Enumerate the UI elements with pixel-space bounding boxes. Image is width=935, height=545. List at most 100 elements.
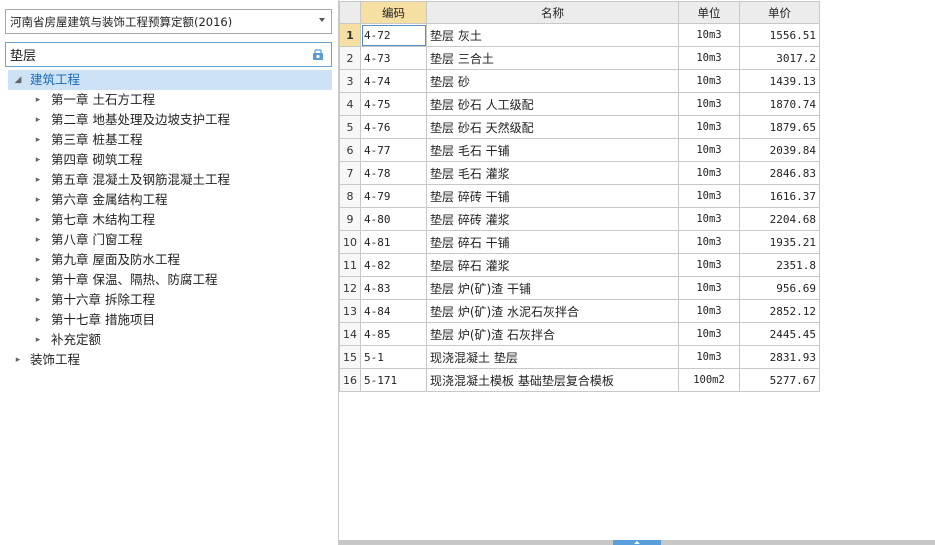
header-name[interactable]: 名称 (426, 1, 679, 24)
collapsed-triangle-icon[interactable]: ▸ (32, 130, 44, 150)
collapsed-triangle-icon[interactable]: ▸ (12, 350, 24, 370)
row-number-cell[interactable]: 2 (339, 46, 361, 70)
code-cell[interactable]: 4-84 (360, 299, 427, 323)
price-cell[interactable]: 2846.83 (739, 161, 820, 185)
unit-cell[interactable]: 10m3 (678, 92, 740, 116)
tree-item-building[interactable]: ◢ 建筑工程 (8, 70, 332, 90)
row-number-cell[interactable]: 1 (339, 23, 361, 47)
unit-cell[interactable]: 10m3 (678, 161, 740, 185)
collapsed-triangle-icon[interactable]: ▸ (32, 170, 44, 190)
unit-cell[interactable]: 10m3 (678, 322, 740, 346)
price-cell[interactable]: 2039.84 (739, 138, 820, 162)
code-cell[interactable]: 4-73 (360, 46, 427, 70)
header-code[interactable]: 编码 (360, 1, 427, 24)
table-row[interactable]: 8 4-79 垫层 碎砖 干铺 10m3 1616.37 (339, 184, 820, 208)
code-cell[interactable]: 4-79 (360, 184, 427, 208)
code-cell[interactable]: 4-85 (360, 322, 427, 346)
table-row[interactable]: 1 4-72 垫层 灰土 10m3 1556.51 (339, 23, 820, 47)
table-row[interactable]: 10 4-81 垫层 碎石 干铺 10m3 1935.21 (339, 230, 820, 254)
price-cell[interactable]: 2831.93 (739, 345, 820, 369)
unit-cell[interactable]: 10m3 (678, 345, 740, 369)
name-cell[interactable]: 垫层 灰土 (426, 23, 679, 47)
collapsed-triangle-icon[interactable]: ▸ (32, 310, 44, 330)
search-input[interactable] (6, 44, 306, 65)
price-cell[interactable]: 1616.37 (739, 184, 820, 208)
tree-item-decoration[interactable]: ▸ 装饰工程 (8, 350, 332, 370)
tree-item-chapter[interactable]: ▸ 第二章 地基处理及边坡支护工程 (8, 110, 332, 130)
row-number-cell[interactable]: 11 (339, 253, 361, 277)
price-cell[interactable]: 1935.21 (739, 230, 820, 254)
collapse-handle[interactable] (613, 540, 661, 545)
header-unit[interactable]: 单位 (678, 1, 740, 24)
collapsed-triangle-icon[interactable]: ▸ (32, 210, 44, 230)
unit-cell[interactable]: 100m2 (678, 368, 740, 392)
collapsed-triangle-icon[interactable]: ▸ (32, 230, 44, 250)
price-cell[interactable]: 5277.67 (739, 368, 820, 392)
row-number-cell[interactable]: 5 (339, 115, 361, 139)
price-cell[interactable]: 1870.74 (739, 92, 820, 116)
tree-item-chapter[interactable]: ▸ 第五章 混凝土及钢筋混凝土工程 (8, 170, 332, 190)
code-cell[interactable]: 4-80 (360, 207, 427, 231)
table-row[interactable]: 5 4-76 垫层 砂石 天然级配 10m3 1879.65 (339, 115, 820, 139)
price-cell[interactable]: 2852.12 (739, 299, 820, 323)
table-row[interactable]: 4 4-75 垫层 砂石 人工级配 10m3 1870.74 (339, 92, 820, 116)
price-cell[interactable]: 1439.13 (739, 69, 820, 93)
table-row[interactable]: 14 4-85 垫层 炉(矿)渣 石灰拌合 10m3 2445.45 (339, 322, 820, 346)
name-cell[interactable]: 垫层 砂 (426, 69, 679, 93)
name-cell[interactable]: 垫层 炉(矿)渣 水泥石灰拌合 (426, 299, 679, 323)
name-cell[interactable]: 垫层 砂石 人工级配 (426, 92, 679, 116)
tree-item-chapter[interactable]: ▸ 第七章 木结构工程 (8, 210, 332, 230)
tree-item-chapter[interactable]: ▸ 第九章 屋面及防水工程 (8, 250, 332, 270)
table-row[interactable]: 11 4-82 垫层 碎石 灌浆 10m3 2351.8 (339, 253, 820, 277)
tree-item-chapter[interactable]: ▸ 第八章 门窗工程 (8, 230, 332, 250)
table-row[interactable]: 16 5-171 现浇混凝土模板 基础垫层复合模板 100m2 5277.67 (339, 368, 820, 392)
code-cell[interactable]: 5-171 (360, 368, 427, 392)
price-cell[interactable]: 2351.8 (739, 253, 820, 277)
price-cell[interactable]: 1879.65 (739, 115, 820, 139)
code-cell[interactable]: 4-76 (360, 115, 427, 139)
unit-cell[interactable]: 10m3 (678, 23, 740, 47)
row-number-cell[interactable]: 14 (339, 322, 361, 346)
code-cell[interactable]: 4-82 (360, 253, 427, 277)
row-number-cell[interactable]: 7 (339, 161, 361, 185)
name-cell[interactable]: 垫层 炉(矿)渣 石灰拌合 (426, 322, 679, 346)
unit-cell[interactable]: 10m3 (678, 69, 740, 93)
name-cell[interactable]: 垫层 碎砖 干铺 (426, 184, 679, 208)
name-cell[interactable]: 现浇混凝土 垫层 (426, 345, 679, 369)
code-cell[interactable]: 4-74 (360, 69, 427, 93)
row-number-cell[interactable]: 9 (339, 207, 361, 231)
row-number-cell[interactable]: 6 (339, 138, 361, 162)
price-cell[interactable]: 2445.45 (739, 322, 820, 346)
bottom-splitter[interactable] (339, 540, 935, 545)
code-cell[interactable]: 4-78 (360, 161, 427, 185)
tree-item-chapter[interactable]: ▸ 第六章 金属结构工程 (8, 190, 332, 210)
name-cell[interactable]: 垫层 毛石 干铺 (426, 138, 679, 162)
table-row[interactable]: 6 4-77 垫层 毛石 干铺 10m3 2039.84 (339, 138, 820, 162)
code-cell[interactable]: 4-75 (360, 92, 427, 116)
unit-cell[interactable]: 10m3 (678, 230, 740, 254)
quota-library-select[interactable]: 河南省房屋建筑与装饰工程预算定额(2016) (5, 9, 332, 34)
chevron-down-icon[interactable] (319, 18, 325, 22)
table-row[interactable]: 9 4-80 垫层 碎砖 灌浆 10m3 2204.68 (339, 207, 820, 231)
unit-cell[interactable]: 10m3 (678, 115, 740, 139)
collapsed-triangle-icon[interactable]: ▸ (32, 190, 44, 210)
row-number-cell[interactable]: 10 (339, 230, 361, 254)
tree-item-chapter[interactable]: ▸ 第十六章 拆除工程 (8, 290, 332, 310)
tree-item-chapter[interactable]: ▸ 第十七章 措施项目 (8, 310, 332, 330)
name-cell[interactable]: 垫层 碎砖 灌浆 (426, 207, 679, 231)
code-cell[interactable]: 4-72 (360, 23, 427, 47)
expanded-triangle-icon[interactable]: ◢ (12, 70, 24, 90)
tree-item-chapter[interactable]: ▸ 第三章 桩基工程 (8, 130, 332, 150)
collapsed-triangle-icon[interactable]: ▸ (32, 330, 44, 350)
collapsed-triangle-icon[interactable]: ▸ (32, 250, 44, 270)
unit-cell[interactable]: 10m3 (678, 138, 740, 162)
unit-cell[interactable]: 10m3 (678, 276, 740, 300)
code-cell[interactable]: 4-77 (360, 138, 427, 162)
row-number-cell[interactable]: 15 (339, 345, 361, 369)
table-row[interactable]: 2 4-73 垫层 三合土 10m3 3017.2 (339, 46, 820, 70)
name-cell[interactable]: 垫层 炉(矿)渣 干铺 (426, 276, 679, 300)
table-row[interactable]: 13 4-84 垫层 炉(矿)渣 水泥石灰拌合 10m3 2852.12 (339, 299, 820, 323)
collapsed-triangle-icon[interactable]: ▸ (32, 270, 44, 290)
tree-item-chapter[interactable]: ▸ 第十章 保温、隔热、防腐工程 (8, 270, 332, 290)
name-cell[interactable]: 垫层 碎石 灌浆 (426, 253, 679, 277)
